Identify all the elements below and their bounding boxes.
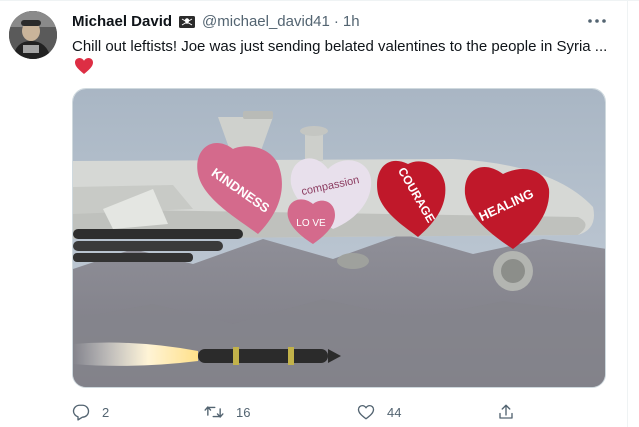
drone-valentine-image: KINDNESS compassion LO VE COURAGE HEALIN… <box>73 89 605 387</box>
reply-count: 2 <box>102 404 110 420</box>
avatar[interactable] <box>9 11 57 59</box>
timestamp[interactable]: 1h <box>343 12 360 32</box>
tweet-actions: 2 16 44 <box>72 399 542 425</box>
share-button[interactable] <box>497 399 515 425</box>
more-dots-icon <box>588 19 606 23</box>
red-heart-icon <box>74 57 94 81</box>
right-divider <box>627 0 628 427</box>
avatar-photo <box>9 11 57 59</box>
like-count: 44 <box>387 404 402 420</box>
user-handle[interactable]: @michael_david41 <box>202 12 330 32</box>
reply-button[interactable]: 2 <box>72 399 109 425</box>
like-icon <box>357 404 375 420</box>
reply-icon <box>72 404 90 421</box>
retweet-icon <box>204 406 224 418</box>
display-name[interactable]: Michael David <box>72 12 172 32</box>
tweet-text-container: Chill out leftists! Joe was just sending… <box>72 36 612 81</box>
svg-text:LO VE: LO VE <box>296 218 326 229</box>
pirate-flag-icon <box>178 15 196 29</box>
retweet-count: 16 <box>236 404 251 420</box>
retweet-button[interactable]: 16 <box>204 399 250 425</box>
tweet-image[interactable]: KINDNESS compassion LO VE COURAGE HEALIN… <box>72 88 606 388</box>
tweet-text: Chill out leftists! Joe was just sending… <box>72 38 608 55</box>
top-divider <box>0 0 639 1</box>
tweet-header: Michael David @michael_david41 · 1h <box>72 11 360 33</box>
share-icon <box>499 404 513 419</box>
more-button[interactable] <box>585 11 609 31</box>
separator-dot: · <box>333 13 339 30</box>
like-button[interactable]: 44 <box>357 399 401 425</box>
